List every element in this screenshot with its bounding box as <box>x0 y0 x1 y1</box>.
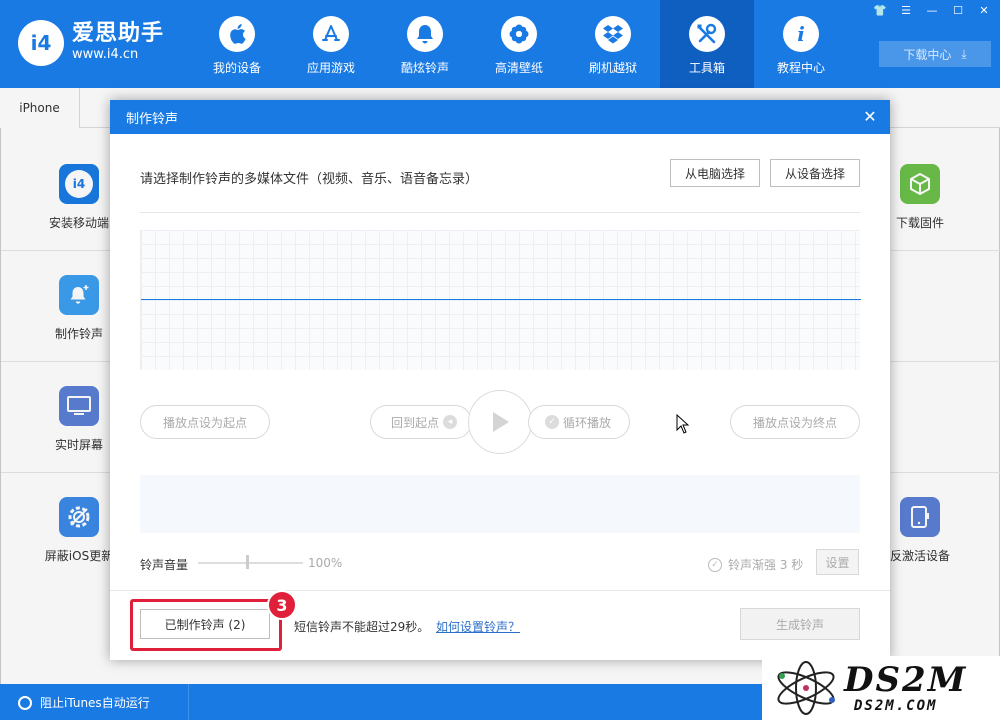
info-icon: i <box>783 16 819 52</box>
how-to-set-ringtone-link[interactable]: 如何设置铃声？ <box>436 618 520 635</box>
app-store-icon <box>313 16 349 52</box>
nav-toolbox[interactable]: 工具箱 <box>660 0 754 88</box>
sms-limit-note: 短信铃声不能超过29秒。 <box>294 620 430 634</box>
nav-apps-games[interactable]: 应用游戏 <box>284 0 378 88</box>
set-end-button[interactable]: 播放点设为终点 <box>730 405 860 439</box>
flower-icon <box>501 16 537 52</box>
play-icon <box>493 412 509 432</box>
back-icon: ◂ <box>443 415 458 429</box>
set-start-button[interactable]: 播放点设为起点 <box>140 405 270 439</box>
loop-play-button[interactable]: ✓ 循环播放 <box>528 405 630 439</box>
close-icon[interactable]: ✕ <box>976 4 992 17</box>
status-divider <box>188 684 189 720</box>
maximize-icon[interactable]: ☐ <box>950 4 966 17</box>
window-controls: 👕 ☰ — ☐ ✕ <box>872 4 992 17</box>
fade-in-option[interactable]: ✓ 铃声渐强 3 秒 <box>708 556 803 573</box>
file-select-prompt: 请选择制作铃声的多媒体文件（视频、音乐、语音备忘录） <box>140 172 479 187</box>
select-from-pc-button[interactable]: 从电脑选择 <box>670 159 760 187</box>
main-nav: 我的设备 应用游戏 酷炫铃声 高清壁纸 刷机越狱 工具箱 i 教程中心 <box>190 0 848 88</box>
highlight-box <box>130 599 282 651</box>
nav-flash-jailbreak[interactable]: 刷机越狱 <box>566 0 660 88</box>
back-to-start-button[interactable]: 回到起点 ◂ <box>370 405 472 439</box>
volume-slider-track[interactable] <box>198 562 303 564</box>
nav-wallpapers[interactable]: 高清壁纸 <box>472 0 566 88</box>
atom-logo-icon <box>777 661 835 715</box>
make-ringtone-dialog: 制作铃声 ✕ 请选择制作铃声的多媒体文件（视频、音乐、语音备忘录） 从电脑选择 … <box>110 100 890 660</box>
step-badge: 3 <box>267 590 297 620</box>
select-from-device-button[interactable]: 从设备选择 <box>770 159 860 187</box>
top-bar: i4 爱思助手 www.i4.cn 我的设备 应用游戏 酷炫铃声 高清壁纸 刷机… <box>0 0 1000 88</box>
app-name: 爱思助手 <box>72 21 165 46</box>
volume-value: 100% <box>308 556 343 570</box>
watermark: DS2M DS2M.COM <box>762 656 1000 720</box>
divider <box>140 212 860 213</box>
footer-divider <box>110 590 890 591</box>
toggle-circle-icon <box>18 695 32 710</box>
download-icon: ⤓ <box>961 46 967 61</box>
nav-tutorials[interactable]: i 教程中心 <box>754 0 848 88</box>
watermark-subtext: DS2M.COM <box>854 698 938 714</box>
menu-icon[interactable]: ☰ <box>898 4 914 17</box>
minimize-icon[interactable]: — <box>924 4 940 17</box>
ringtone-preview-area <box>140 475 860 533</box>
close-icon[interactable]: ✕ <box>860 107 880 127</box>
apple-icon <box>219 16 255 52</box>
dropbox-icon <box>595 16 631 52</box>
volume-slider-handle[interactable] <box>246 555 249 569</box>
mouse-cursor-icon <box>676 414 690 434</box>
app-logo: i4 爱思助手 www.i4.cn <box>18 20 164 66</box>
dialog-title: 制作铃声 <box>126 111 179 127</box>
watermark-text: DS2M <box>844 660 968 700</box>
download-center-button[interactable]: 下载中心 ⤓ <box>879 41 991 67</box>
generate-ringtone-button[interactable]: 生成铃声 <box>740 608 860 640</box>
app-url: www.i4.cn <box>72 47 139 62</box>
fade-settings-button[interactable]: 设置 <box>816 549 859 575</box>
bell-icon <box>407 16 443 52</box>
shirt-icon[interactable]: 👕 <box>872 4 888 17</box>
play-button[interactable] <box>468 390 532 454</box>
waveform-baseline <box>141 299 861 300</box>
check-icon: ✓ <box>544 415 559 429</box>
tools-icon <box>689 16 725 52</box>
nav-my-device[interactable]: 我的设备 <box>190 0 284 88</box>
nav-ringtones[interactable]: 酷炫铃声 <box>378 0 472 88</box>
block-itunes-toggle[interactable]: 阻止iTunes自动运行 <box>18 694 150 711</box>
logo-mark: i4 <box>18 20 64 66</box>
dialog-header: 制作铃声 ✕ <box>110 100 890 134</box>
check-icon: ✓ <box>708 557 722 572</box>
waveform-area[interactable] <box>140 230 861 370</box>
volume-label: 铃声音量 <box>140 558 189 572</box>
